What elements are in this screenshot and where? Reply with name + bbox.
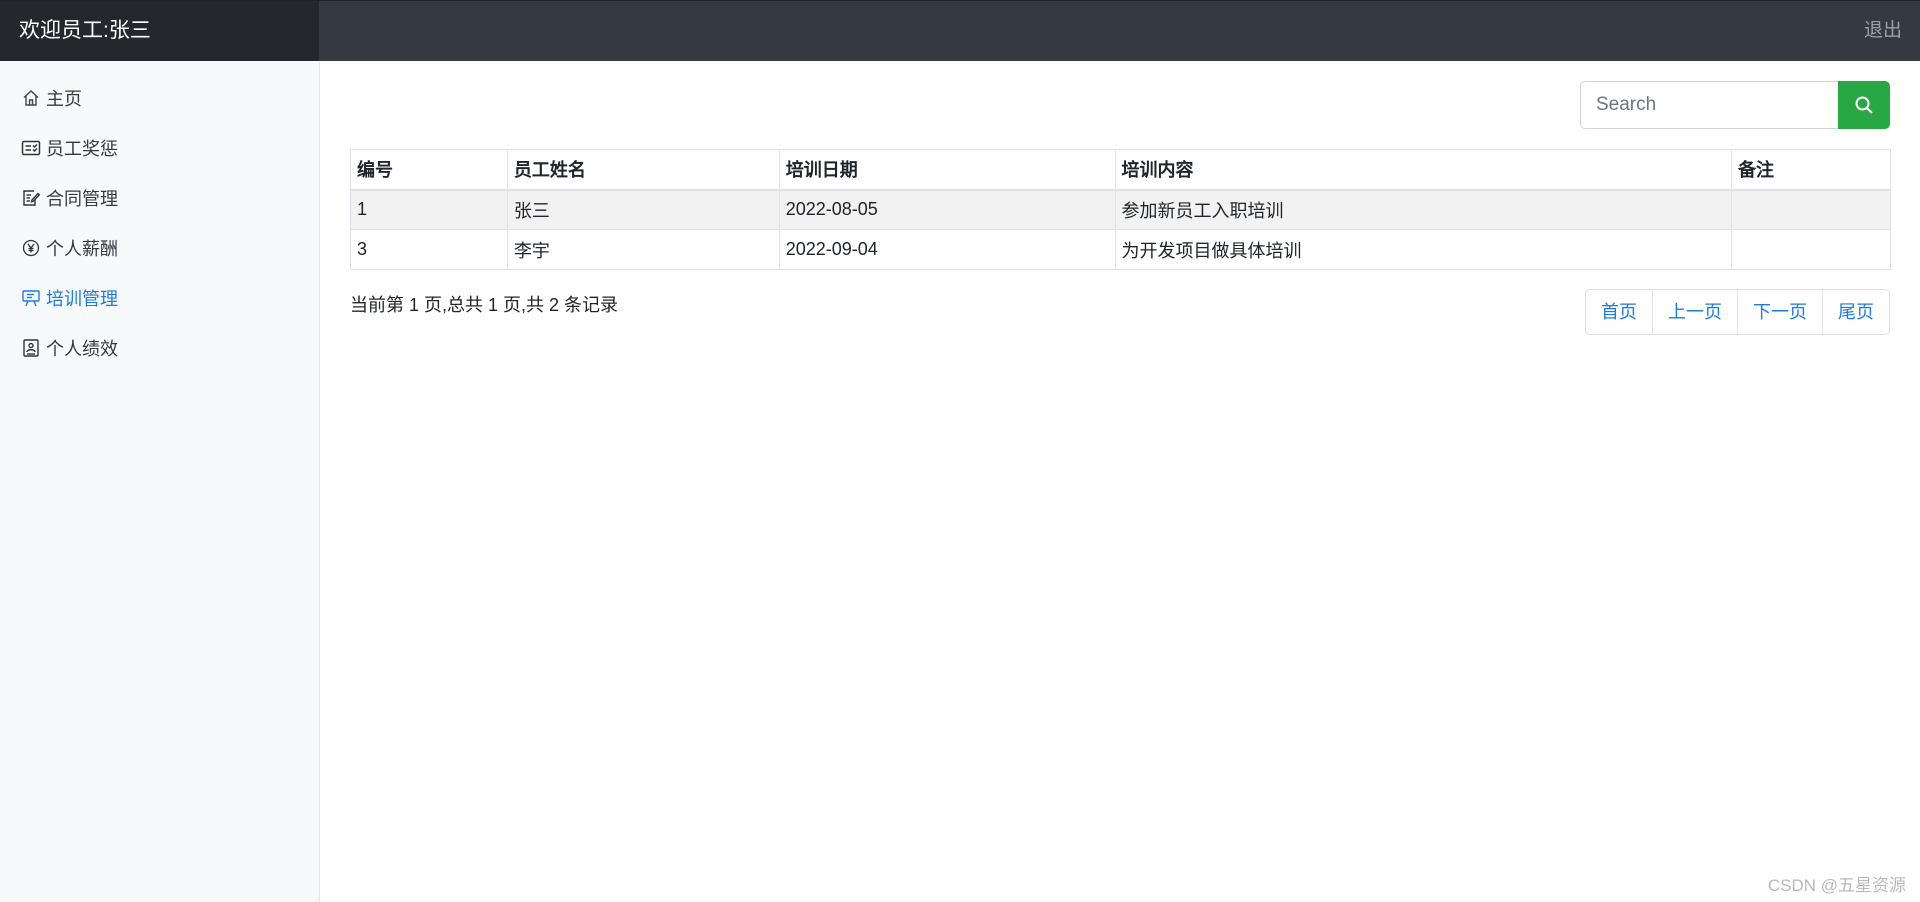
cell-id: 3 [350,229,508,270]
last-page-button[interactable]: 尾页 [1822,290,1889,334]
search-input[interactable] [1580,81,1838,129]
cell-employee-name: 张三 [506,189,780,230]
checklist-card-icon [20,137,42,159]
table-row: 1 张三 2022-08-05 参加新员工入职培训 [350,189,1891,230]
sidebar: 主页 员工奖惩 合同管理 个人薪酬 培训管理 个人绩效 [0,61,320,902]
col-header-id: 编号 [350,149,508,191]
sidebar-item-training[interactable]: 培训管理 [0,273,319,323]
watermark: CSDN @五星资源 [1767,876,1906,895]
sidebar-item-salary[interactable]: 个人薪酬 [0,223,319,273]
search-icon [1855,96,1873,114]
yen-coin-icon [20,237,42,259]
search-button[interactable] [1838,81,1890,129]
person-badge-icon [20,337,42,359]
table-header-row: 编号 员工姓名 培训日期 培训内容 备注 [350,149,1891,191]
sidebar-item-contracts[interactable]: 合同管理 [0,173,319,223]
main-content: 编号 员工姓名 培训日期 培训内容 备注 1 张三 2022-08-05 参加新… [320,61,1920,902]
cell-training-content: 参加新员工入职培训 [1114,189,1733,230]
cell-employee-name: 李宇 [506,229,780,270]
presentation-board-icon [20,287,42,309]
cell-training-content: 为开发项目做具体培训 [1114,229,1733,270]
col-header-employee-name: 员工姓名 [506,149,780,191]
cell-remarks [1731,189,1891,230]
sidebar-item-performance[interactable]: 个人绩效 [0,323,319,373]
sidebar-item-label: 员工奖惩 [46,139,118,159]
cell-training-date: 2022-08-05 [778,189,1116,230]
logout-link[interactable]: 退出 [1864,1,1902,61]
top-navbar: 欢迎员工:张三 退出 [0,0,1920,61]
house-icon [20,87,42,109]
sidebar-item-home[interactable]: 主页 [0,73,319,123]
pagination: 首页 上一页 下一页 尾页 [1585,289,1890,335]
cell-training-date: 2022-09-04 [778,229,1116,270]
cell-id: 1 [350,189,508,230]
col-header-training-content: 培训内容 [1114,149,1733,191]
table-row: 3 李宇 2022-09-04 为开发项目做具体培训 [350,229,1891,270]
first-page-button[interactable]: 首页 [1586,290,1652,334]
sidebar-item-label: 个人绩效 [46,339,118,359]
sidebar-item-label: 主页 [46,89,82,109]
sidebar-item-label: 合同管理 [46,189,118,209]
next-page-button[interactable]: 下一页 [1737,290,1822,334]
sidebar-item-label: 培训管理 [46,289,118,309]
sidebar-item-rewards[interactable]: 员工奖惩 [0,123,319,173]
pagination-summary: 当前第 1 页,总共 1 页,共 2 条记录 [350,295,619,315]
brand-title: 欢迎员工:张三 [0,1,319,61]
cell-remarks [1731,229,1891,270]
sidebar-item-label: 个人薪酬 [46,239,118,259]
edit-document-icon [20,187,42,209]
prev-page-button[interactable]: 上一页 [1652,290,1737,334]
col-header-training-date: 培训日期 [778,149,1116,191]
col-header-remarks: 备注 [1731,149,1891,191]
training-table: 编号 员工姓名 培训日期 培训内容 备注 1 张三 2022-08-05 参加新… [350,149,1891,270]
search-form [1580,81,1890,129]
